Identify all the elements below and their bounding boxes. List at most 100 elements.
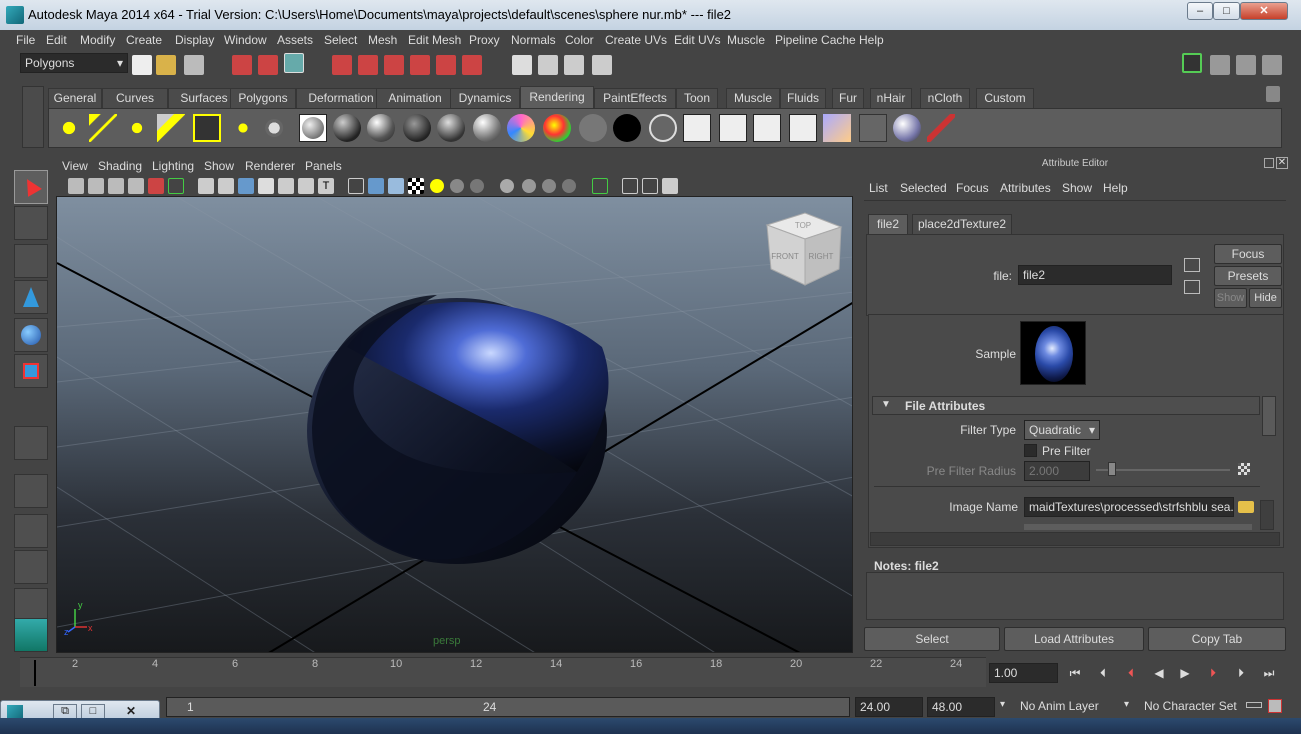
menu-create[interactable]: Create	[126, 33, 162, 47]
step-forward-frame-icon[interactable]: ⏵	[1230, 663, 1252, 683]
render-view-icon[interactable]	[512, 55, 532, 75]
shadows-icon[interactable]	[450, 179, 464, 193]
current-time-field[interactable]: 1.00	[989, 663, 1058, 683]
step-back-key-icon[interactable]: ⏴	[1120, 663, 1142, 683]
field-scrollbar[interactable]	[1260, 500, 1274, 530]
move-tool-icon[interactable]	[14, 280, 48, 314]
show-button[interactable]: Show	[1214, 288, 1247, 308]
copy-tab-button[interactable]: Copy Tab	[1148, 627, 1286, 651]
ae-menu-show[interactable]: Show	[1062, 181, 1092, 195]
menu-mesh[interactable]: Mesh	[368, 33, 397, 47]
ae-menu-list[interactable]: List	[869, 181, 888, 195]
field-chart-icon[interactable]	[278, 178, 294, 194]
viewport-menu-view[interactable]: View	[62, 159, 88, 173]
pre-filter-radius-slider[interactable]	[1096, 469, 1230, 471]
menu-muscle[interactable]: Muscle	[727, 33, 765, 47]
tab-curves[interactable]: Curves	[102, 88, 168, 108]
render-settings-icon[interactable]	[592, 55, 612, 75]
output-connection-icon[interactable]	[1184, 280, 1200, 294]
key-icon[interactable]	[1246, 702, 1262, 708]
anim-layer-dropdown[interactable]: No Anim Layer	[1016, 697, 1118, 717]
tab-dynamics[interactable]: Dynamics	[450, 88, 520, 108]
batch-render-icon[interactable]	[859, 114, 887, 142]
smooth-shade-icon[interactable]	[368, 178, 384, 194]
menu-pipeline-cache[interactable]: Pipeline Cache	[775, 33, 856, 47]
render-frame-icon[interactable]	[538, 55, 558, 75]
menu-create-uvs[interactable]: Create UVs	[605, 33, 667, 47]
tab-deformation[interactable]: Deformation	[296, 88, 386, 108]
paint-select-tool-icon[interactable]	[14, 244, 48, 278]
depth-of-field-icon[interactable]	[542, 179, 556, 193]
character-set-dropdown[interactable]: No Character Set	[1140, 697, 1240, 717]
ipr-render-icon[interactable]	[753, 114, 781, 142]
range-slider[interactable]: 1 24	[166, 697, 850, 717]
outliner-layout-icon[interactable]	[14, 550, 48, 584]
minimize-button[interactable]: –	[1187, 2, 1213, 20]
grid-toggle-icon[interactable]	[198, 178, 214, 194]
pre-filter-checkbox[interactable]	[1024, 444, 1037, 457]
film-gate-icon[interactable]	[218, 178, 234, 194]
input-connection-icon[interactable]	[1184, 258, 1200, 272]
playback-end-field[interactable]: 24.00	[855, 697, 923, 717]
rotate-tool-icon[interactable]	[14, 318, 48, 352]
phong-icon[interactable]	[367, 114, 395, 142]
tab-fur[interactable]: Fur	[832, 88, 864, 108]
anti-aliasing-icon[interactable]	[522, 179, 536, 193]
viewport-menu-shading[interactable]: Shading	[98, 159, 142, 173]
directional-light-icon[interactable]	[89, 114, 117, 142]
folder-icon[interactable]	[1238, 501, 1254, 513]
phong-e-icon[interactable]	[403, 114, 431, 142]
scale-tool-icon[interactable]	[14, 354, 48, 388]
hide-button[interactable]: Hide	[1249, 288, 1282, 308]
trash-icon[interactable]	[1266, 86, 1280, 102]
four-view-layout-icon[interactable]	[14, 514, 48, 548]
last-tool-icon[interactable]	[14, 426, 48, 460]
play-backwards-icon[interactable]: ◀	[1148, 663, 1170, 683]
safe-action-icon[interactable]	[298, 178, 314, 194]
render-layer-icon[interactable]	[893, 114, 921, 142]
anisotropic-icon[interactable]	[437, 114, 465, 142]
node-name-field[interactable]: file2	[1018, 265, 1172, 285]
use-all-lights-icon[interactable]	[430, 179, 444, 193]
maya-logo-icon[interactable]	[14, 618, 48, 652]
tab-nhair[interactable]: nHair	[870, 88, 912, 108]
tab-ncloth[interactable]: nCloth	[920, 88, 970, 108]
tool-settings-toggle-icon[interactable]	[1236, 55, 1256, 75]
menu-assets[interactable]: Assets	[277, 33, 313, 47]
camera-icon[interactable]	[263, 114, 291, 142]
animation-end-field[interactable]: 48.00	[927, 697, 995, 717]
wireframe-icon[interactable]	[348, 178, 364, 194]
anim-prefs-icon[interactable]	[1268, 699, 1282, 713]
tab-toon[interactable]: Toon	[676, 88, 718, 108]
ipr-render-icon[interactable]	[564, 55, 584, 75]
viewport-menu-show[interactable]: Show	[204, 159, 234, 173]
tab-custom[interactable]: Custom	[976, 88, 1034, 108]
select-component-icon[interactable]	[284, 53, 304, 73]
x-ray-icon[interactable]	[562, 179, 576, 193]
menu-color[interactable]: Color	[565, 33, 594, 47]
go-to-start-icon[interactable]: ⏮	[1064, 663, 1086, 683]
bookmarks-icon[interactable]	[108, 178, 124, 194]
motion-blur-icon[interactable]	[500, 179, 514, 193]
isolate-select-icon[interactable]	[592, 178, 608, 194]
safe-title-icon[interactable]: T	[318, 178, 334, 194]
perspective-viewport[interactable]: TOP FRONT RIGHT y x z persp	[56, 196, 853, 653]
tab-polygons[interactable]: Polygons	[230, 88, 296, 108]
ae-menu-selected[interactable]: Selected	[900, 181, 947, 195]
menuset-dropdown[interactable]: Polygons ▾	[20, 53, 128, 73]
ambient-occlusion-icon[interactable]	[470, 179, 484, 193]
menu-edit-uvs[interactable]: Edit UVs	[674, 33, 721, 47]
tab-place2dtexture2[interactable]: place2dTexture2	[912, 214, 1012, 234]
wireframe-on-shaded-icon[interactable]	[388, 178, 404, 194]
single-perspective-layout-icon[interactable]	[14, 474, 48, 508]
black-swatch-icon[interactable]	[613, 114, 641, 142]
map-button-icon[interactable]	[1238, 463, 1250, 475]
current-time-marker[interactable]	[34, 660, 36, 686]
ambient-light-icon[interactable]	[55, 114, 83, 142]
file-attributes-header[interactable]: ▼ File Attributes	[872, 396, 1260, 415]
viewport-menu-lighting[interactable]: Lighting	[152, 159, 194, 173]
render-settings-icon[interactable]	[789, 114, 817, 142]
attribute-editor-toggle-icon[interactable]	[1210, 55, 1230, 75]
tab-muscle[interactable]: Muscle	[726, 88, 780, 108]
menu-help[interactable]: Help	[859, 33, 884, 47]
